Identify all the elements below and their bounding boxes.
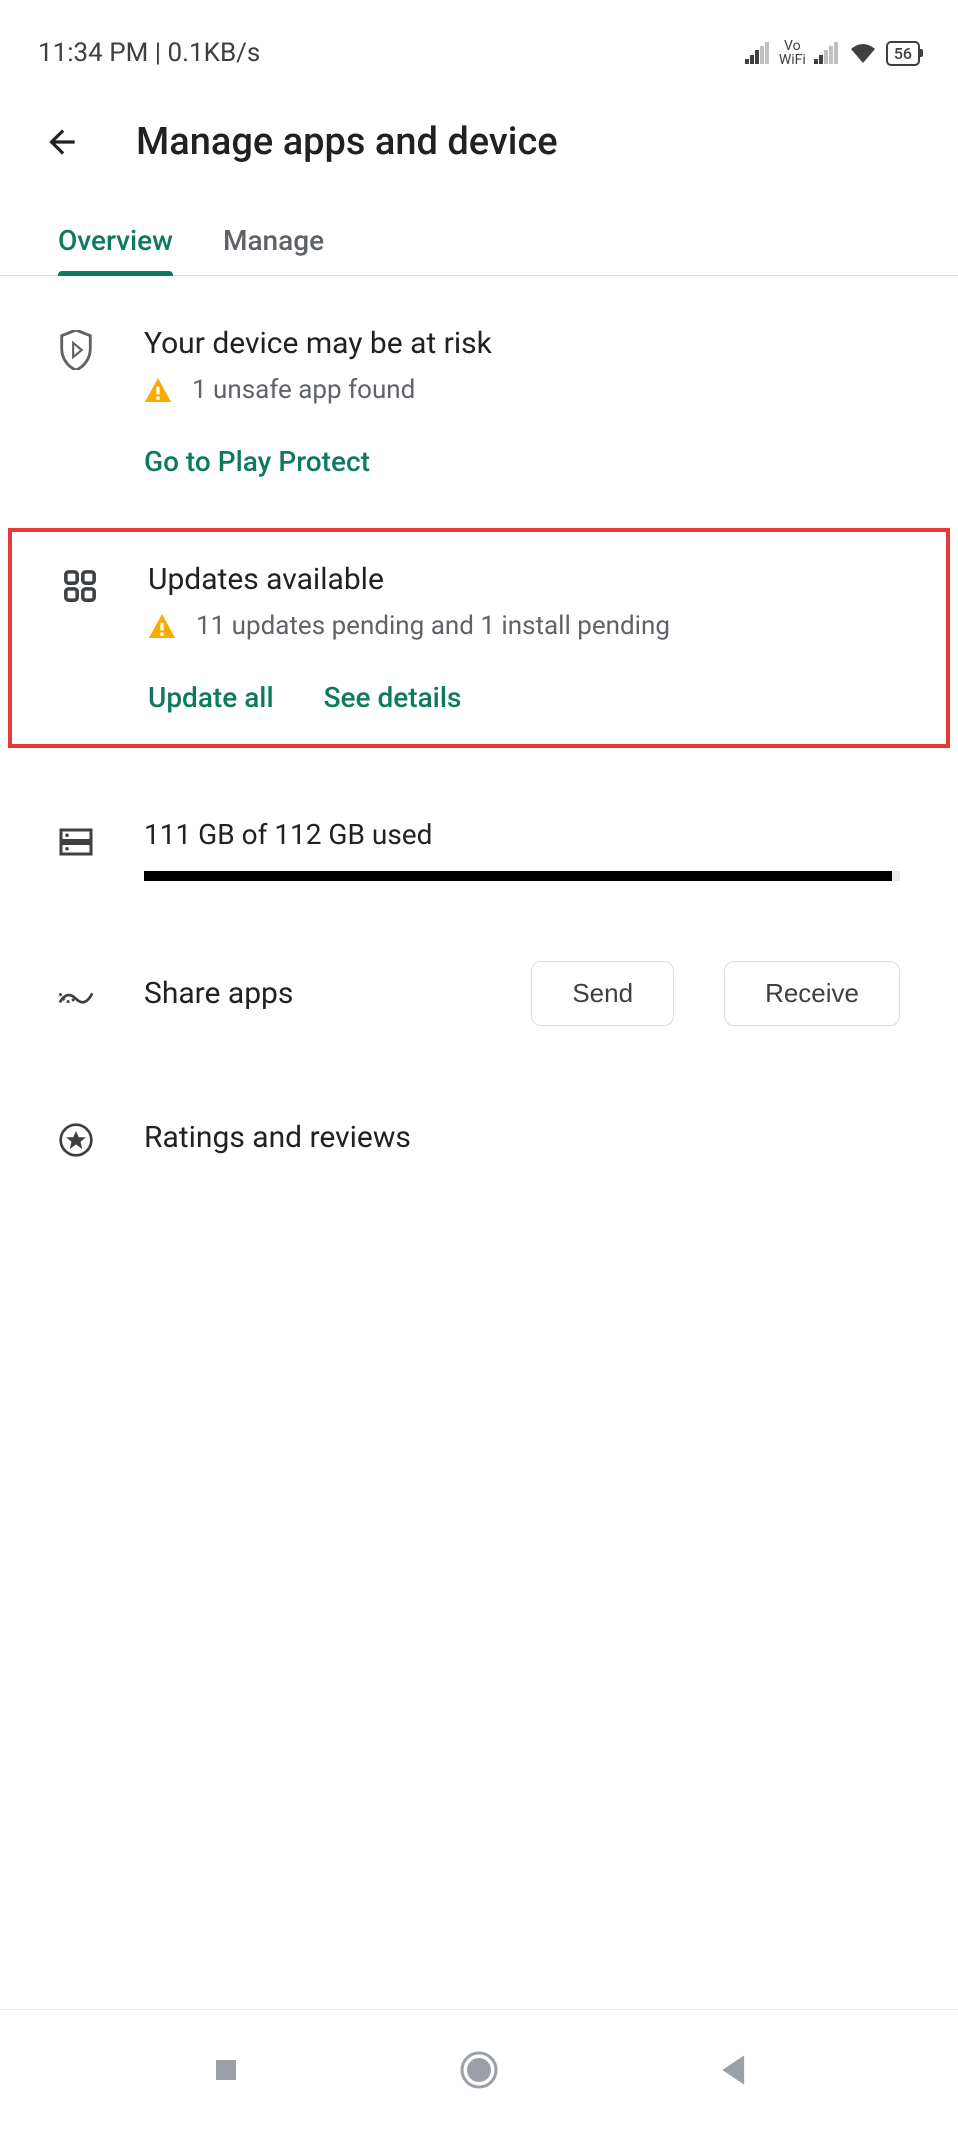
updates-content: Updates available 11 updates pending and… [148,562,896,714]
page-title: Manage apps and device [136,120,558,164]
play-protect-icon [58,332,94,368]
status-right: Vo WiFi 56 [745,39,920,67]
updates-actions: Update all See details [148,681,896,714]
receive-button[interactable]: Receive [724,961,900,1026]
storage-icon [58,824,94,860]
arrow-left-icon [43,123,81,161]
nav-home-button[interactable] [454,2045,504,2095]
play-protect-title: Your device may be at risk [144,326,900,361]
status-data-rate: 0.1KB/s [168,38,261,68]
tab-manage[interactable]: Manage [223,206,324,275]
updates-subtitle: 11 updates pending and 1 install pending [148,611,896,641]
nav-recent-button[interactable] [201,2045,251,2095]
warning-icon [148,614,176,638]
update-all-link[interactable]: Update all [148,681,274,714]
share-icon [58,979,94,1015]
wifi-icon [848,41,878,65]
storage-text: 111 GB of 112 GB used [144,818,900,851]
status-bar: 11:34 PM | 0.1KB/s Vo WiFi [0,0,958,88]
nav-bar [0,2009,958,2129]
updates-section[interactable]: Updates available 11 updates pending and… [12,532,946,744]
battery-icon: 56 [886,41,920,66]
status-separator: | [155,38,168,68]
updates-highlight: Updates available 11 updates pending and… [8,528,950,748]
apps-icon [62,568,98,604]
play-protect-subtitle-text: 1 unsafe app found [192,375,415,405]
vowifi-top: Vo [784,39,801,53]
go-to-play-protect-link[interactable]: Go to Play Protect [144,445,370,478]
play-protect-content: Your device may be at risk 1 unsafe app … [144,326,900,478]
triangle-left-icon [717,2053,747,2087]
play-protect-subtitle: 1 unsafe app found [144,375,900,405]
storage-section[interactable]: 111 GB of 112 GB used [0,768,958,911]
see-details-link[interactable]: See details [324,681,462,714]
star-circle-icon [58,1122,94,1158]
vowifi-icon: Vo WiFi [779,39,806,67]
send-button[interactable]: Send [531,961,674,1026]
nav-back-button[interactable] [707,2045,757,2095]
tab-overview[interactable]: Overview [58,206,173,275]
square-icon [211,2055,241,2085]
header: Manage apps and device [0,88,958,206]
ratings-label: Ratings and reviews [144,1120,411,1155]
circle-icon [458,2049,500,2091]
status-left: 11:34 PM | 0.1KB/s [38,38,260,68]
tabs: Overview Manage [0,206,958,276]
share-label: Share apps [144,976,481,1011]
play-protect-actions: Go to Play Protect [144,445,900,478]
content: Your device may be at risk 1 unsafe app … [0,276,958,1198]
storage-fill [144,871,892,881]
updates-subtitle-text: 11 updates pending and 1 install pending [196,611,670,641]
vowifi-bottom: WiFi [779,53,806,67]
signal-bars-2-icon [814,42,840,64]
status-time: 11:34 PM [38,38,148,68]
play-protect-section[interactable]: Your device may be at risk 1 unsafe app … [0,276,958,508]
storage-content: 111 GB of 112 GB used [144,818,900,881]
storage-bar [144,871,900,881]
signal-bars-1-icon [745,42,771,64]
updates-title: Updates available [148,562,896,597]
back-button[interactable] [38,118,86,166]
warning-icon [144,378,172,402]
ratings-section[interactable]: Ratings and reviews [0,1076,958,1198]
share-section: Share apps Send Receive [0,911,958,1076]
